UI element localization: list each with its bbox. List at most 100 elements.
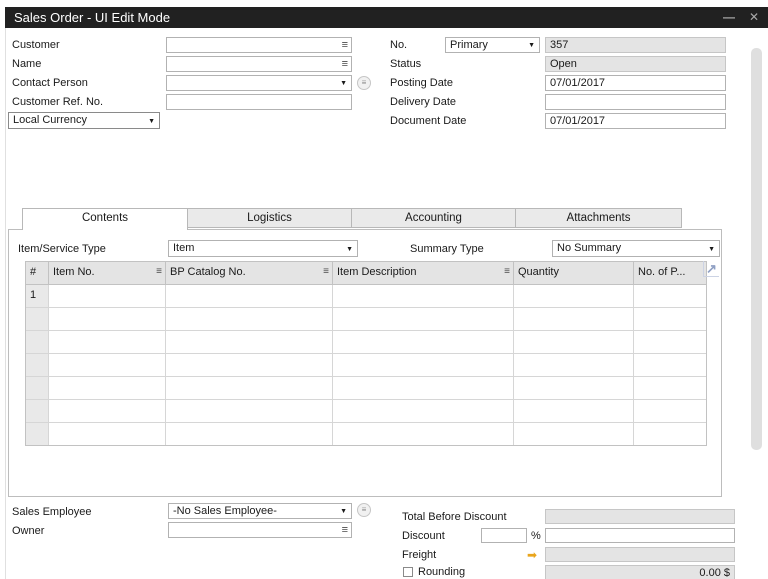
discount-percent-field[interactable] [481,528,527,543]
choose-from-list-icon[interactable]: ≡ [342,523,348,537]
table-cell[interactable] [166,331,333,353]
row-number-cell[interactable]: 1 [26,285,49,307]
document-date-value: 07/01/2017 [550,115,605,127]
row-number-cell[interactable] [26,400,49,422]
status-value: Open [550,58,577,70]
rounding-checkbox[interactable] [403,567,413,577]
freight-field [545,547,735,562]
expand-grid-icon[interactable]: ↗ [703,261,719,277]
column-header[interactable]: # [26,262,49,284]
menu-lines-icon: ≡ [362,78,367,87]
row-number-cell[interactable] [26,377,49,399]
chevron-down-icon: ▼ [346,246,353,253]
close-button[interactable]: ✕ [749,7,759,28]
row-number-cell[interactable] [26,308,49,330]
table-cell[interactable] [333,285,514,307]
table-cell[interactable] [634,285,706,307]
table-cell[interactable] [514,423,634,445]
table-cell[interactable] [49,331,166,353]
table-cell[interactable] [49,400,166,422]
table-cell[interactable] [333,423,514,445]
tab-strip: ContentsLogisticsAccountingAttachments [0,208,768,230]
tab-attachments[interactable]: Attachments [515,208,682,228]
choose-from-list-icon[interactable]: ≡ [342,38,348,52]
series-dropdown[interactable]: Primary ▼ [445,37,540,53]
table-cell[interactable] [634,354,706,376]
table-cell[interactable] [166,285,333,307]
tab-logistics[interactable]: Logistics [187,208,352,228]
vertical-scrollbar[interactable] [751,48,762,450]
table-cell[interactable] [166,400,333,422]
minimize-button[interactable]: — [723,7,735,28]
column-menu-icon[interactable]: ≡ [156,266,162,277]
table-cell[interactable] [514,377,634,399]
table-cell[interactable] [166,354,333,376]
choose-from-list-icon[interactable]: ≡ [342,57,348,71]
table-cell[interactable] [514,354,634,376]
table-cell[interactable] [634,423,706,445]
table-cell[interactable] [166,377,333,399]
column-header[interactable]: No. of P... [634,262,706,284]
table-cell[interactable] [333,308,514,330]
name-field[interactable]: ≡ [166,56,352,72]
column-header-label: Quantity [518,266,559,278]
doc-no-value: 357 [550,39,568,51]
table-cell[interactable] [634,331,706,353]
table-cell[interactable] [49,354,166,376]
column-header[interactable]: BP Catalog No.≡ [166,262,333,284]
table-cell[interactable] [634,400,706,422]
row-number-cell[interactable] [26,354,49,376]
contact-person-menu-button[interactable]: ≡ [357,76,371,90]
table-cell[interactable] [49,308,166,330]
column-menu-icon[interactable]: ≡ [323,266,329,277]
table-cell[interactable] [333,331,514,353]
table-cell[interactable] [49,423,166,445]
column-header-label: Item No. [53,266,95,278]
currency-dropdown[interactable]: Local Currency ▼ [8,112,160,129]
customer-ref-label: Customer Ref. No. [12,96,103,108]
table-cell[interactable] [333,400,514,422]
table-cell[interactable] [514,331,634,353]
posting-date-label: Posting Date [390,77,453,89]
table-cell[interactable] [514,285,634,307]
table-cell[interactable] [514,308,634,330]
customer-ref-field[interactable] [166,94,352,110]
table-cell[interactable] [166,423,333,445]
link-arrow-icon[interactable]: ➡ [527,549,537,561]
table-cell[interactable] [634,308,706,330]
table-cell[interactable] [49,285,166,307]
items-table: #Item No.≡BP Catalog No.≡Item Descriptio… [25,261,707,446]
status-field: Open [545,56,726,72]
row-number-cell[interactable] [26,423,49,445]
column-header-label: # [30,266,36,278]
window-titlebar: Sales Order - UI Edit Mode — ✕ [5,7,768,28]
table-cell[interactable] [333,377,514,399]
table-cell[interactable] [514,400,634,422]
owner-field[interactable]: ≡ [168,522,352,538]
sales-employee-dropdown[interactable]: -No Sales Employee- ▼ [168,503,352,519]
total-before-discount-field [545,509,735,524]
document-date-field[interactable]: 07/01/2017 [545,113,726,129]
total-before-discount-label: Total Before Discount [402,511,507,523]
column-header[interactable]: Item Description≡ [333,262,514,284]
column-header[interactable]: Item No. ≡ [49,262,166,284]
customer-field[interactable]: ≡ [166,37,352,53]
summary-type-dropdown[interactable]: No Summary ▼ [552,240,720,257]
contact-person-dropdown[interactable]: ▼ [166,75,352,91]
chevron-down-icon: ▼ [340,508,347,515]
table-cell[interactable] [49,377,166,399]
column-menu-icon[interactable]: ≡ [504,266,510,277]
currency-value: Local Currency [13,114,87,126]
tab-accounting[interactable]: Accounting [351,208,516,228]
tab-contents[interactable]: Contents [22,208,188,230]
column-header[interactable]: Quantity [514,262,634,284]
sales-employee-menu-button[interactable]: ≡ [357,503,371,517]
discount-amount-field[interactable] [545,528,735,543]
row-number-cell[interactable] [26,331,49,353]
table-cell[interactable] [166,308,333,330]
table-cell[interactable] [333,354,514,376]
posting-date-field[interactable]: 07/01/2017 [545,75,726,91]
delivery-date-field[interactable] [545,94,726,110]
table-cell[interactable] [634,377,706,399]
item-service-type-dropdown[interactable]: Item ▼ [168,240,358,257]
